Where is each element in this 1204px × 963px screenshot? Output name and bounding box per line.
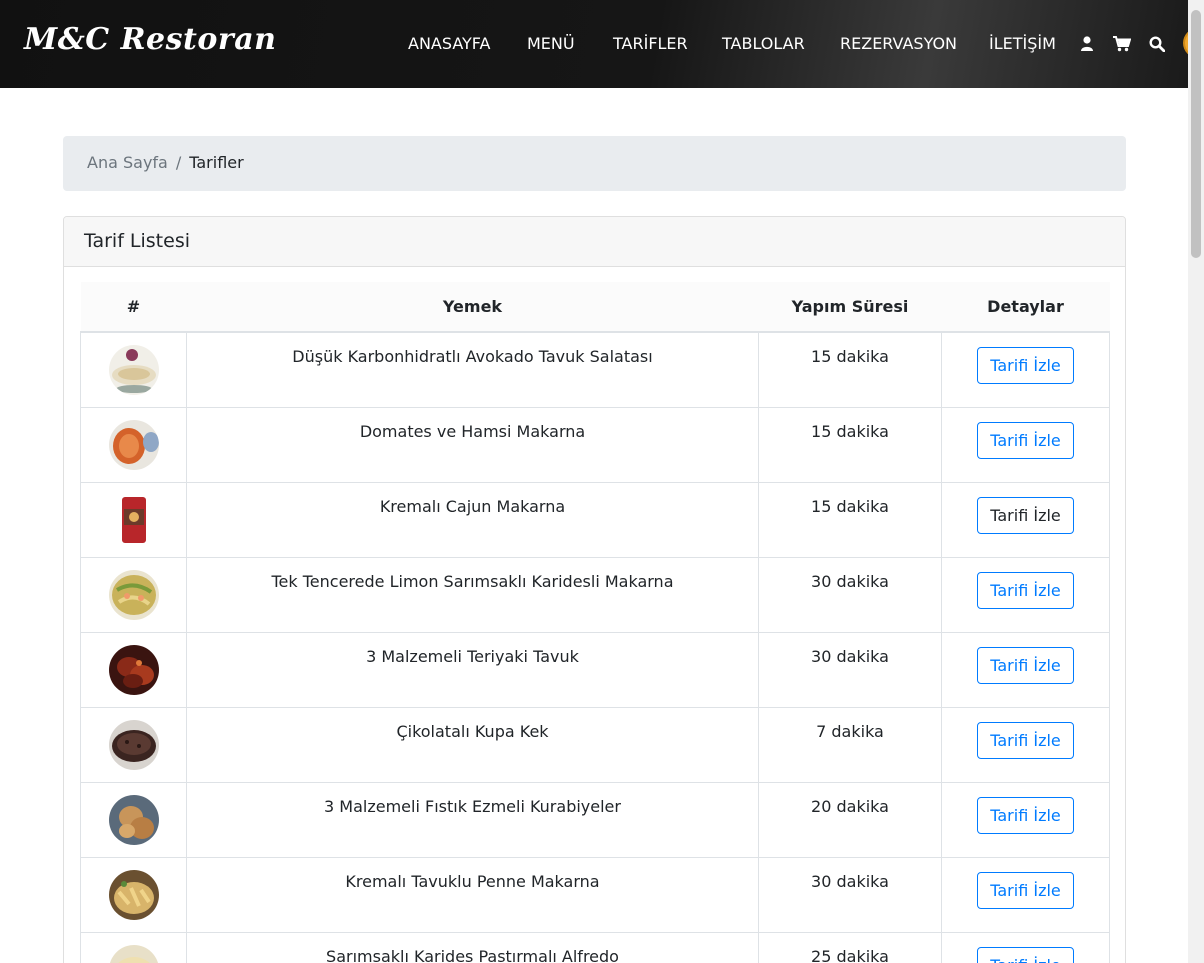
navbar: M&C Restoran ANASAYFA MENÜ TARİFLER TABL… [0,0,1203,88]
nav-link-tarifler[interactable]: TARİFLER [613,34,688,53]
table-row: Kremalı Cajun Makarna 15 dakika Tarifi İ… [80,481,1110,558]
watch-recipe-button[interactable]: Tarifi İzle [977,796,1074,834]
search-icon[interactable] [1149,36,1165,52]
watch-recipe-button[interactable]: Tarifi İzle [977,496,1074,534]
recipe-thumbnail-image [108,719,159,770]
cart-icon[interactable] [1113,36,1131,52]
table-row: Sarımsaklı Karides Pastırmalı Alfredo 25… [80,931,1110,963]
recipe-thumbnail-image [108,869,159,920]
user-icon[interactable] [1080,36,1096,52]
prep-time: 30 dakika [758,556,942,633]
scrollbar-thumb[interactable] [1191,10,1201,258]
recipe-name: Düşük Karbonhidratlı Avokado Tavuk Salat… [186,331,759,408]
recipe-name: Kremalı Cajun Makarna [186,481,759,558]
recipe-thumbnail-image [108,419,159,470]
watch-recipe-button[interactable]: Tarifi İzle [977,571,1074,609]
prep-time: 20 dakika [758,781,942,858]
watch-recipe-button[interactable]: Tarifi İzle [977,946,1074,963]
breadcrumb: Ana Sayfa / Tarifler [63,136,1126,191]
column-header-index: # [80,282,187,333]
table-row: Domates ve Hamsi Makarna 15 dakika Tarif… [80,406,1110,483]
table-row: 3 Malzemeli Fıstık Ezmeli Kurabiyeler 20… [80,781,1110,858]
table-row: Düşük Karbonhidratlı Avokado Tavuk Salat… [80,331,1110,408]
table-row: Kremalı Tavuklu Penne Makarna 30 dakika … [80,856,1110,933]
prep-time: 30 dakika [758,631,942,708]
watch-recipe-button[interactable]: Tarifi İzle [977,421,1074,459]
recipe-table: # Yemek Yapım Süresi Detaylar Düşük Karb… [80,282,1110,963]
column-header-details: Detaylar [941,282,1110,333]
nav-link-anasayfa[interactable]: ANASAYFA [408,34,490,53]
recipe-name: Çikolatalı Kupa Kek [186,706,759,783]
nav-link-iletisim[interactable]: İLETİŞİM [989,34,1056,53]
recipe-thumbnail-image [108,794,159,845]
column-header-dish: Yemek [186,282,759,333]
table-row: 3 Malzemeli Teriyaki Tavuk 30 dakika Tar… [80,631,1110,708]
recipe-name: Kremalı Tavuklu Penne Makarna [186,856,759,933]
recipe-thumbnail-image [108,494,159,545]
recipe-name: Tek Tencerede Limon Sarımsaklı Karidesli… [186,556,759,633]
watch-recipe-button[interactable]: Tarifi İzle [977,871,1074,909]
nav-link-menu[interactable]: MENÜ [527,34,575,53]
recipe-thumbnail-image [108,345,159,395]
recipe-thumbnail-image [108,569,159,620]
watch-recipe-button[interactable]: Tarifi İzle [977,721,1074,759]
table-header-row: # Yemek Yapım Süresi Detaylar [80,282,1110,333]
prep-time: 15 dakika [758,331,942,408]
nav-link-rezervasyon[interactable]: REZERVASYON [840,34,957,53]
recipe-name: 3 Malzemeli Teriyaki Tavuk [186,631,759,708]
watch-recipe-button[interactable]: Tarifi İzle [977,347,1074,384]
card-title: Tarif Listesi [64,217,1125,267]
table-row: Çikolatalı Kupa Kek 7 dakika Tarifi İzle [80,706,1110,783]
prep-time: 15 dakika [758,406,942,483]
recipe-name: Domates ve Hamsi Makarna [186,406,759,483]
nav-link-tablolar[interactable]: TABLOLAR [722,34,805,53]
recipe-list-card: Tarif Listesi # Yemek Yapım Süresi Detay… [63,216,1126,963]
prep-time: 30 dakika [758,856,942,933]
column-header-prep-time: Yapım Süresi [758,282,942,333]
breadcrumb-home-link[interactable]: Ana Sayfa [87,153,168,172]
recipe-name: 3 Malzemeli Fıstık Ezmeli Kurabiyeler [186,781,759,858]
breadcrumb-separator: / [175,153,182,172]
prep-time: 15 dakika [758,481,942,558]
recipe-thumbnail-image [108,644,159,695]
breadcrumb-current: Tarifler [189,153,244,172]
recipe-name: Sarımsaklı Karides Pastırmalı Alfredo [186,931,759,963]
prep-time: 7 dakika [758,706,942,783]
recipe-thumbnail-image [108,944,159,963]
table-row: Tek Tencerede Limon Sarımsaklı Karidesli… [80,556,1110,633]
page-scrollbar[interactable] [1188,0,1204,963]
prep-time: 25 dakika [758,931,942,963]
brand-logo[interactable]: M&C Restoran [24,22,276,57]
watch-recipe-button[interactable]: Tarifi İzle [977,646,1074,684]
